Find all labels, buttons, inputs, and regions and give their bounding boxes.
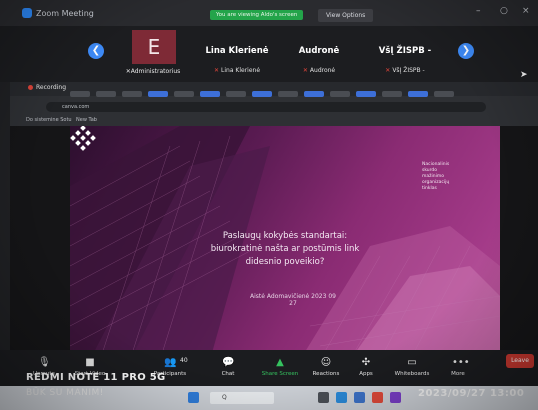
start-menu-icon[interactable] <box>188 392 199 403</box>
close-icon[interactable]: × <box>522 6 530 16</box>
browser-tab[interactable] <box>408 91 428 97</box>
minimize-icon[interactable]: – <box>476 6 481 16</box>
prev-participants-button[interactable]: ❮ <box>88 43 104 59</box>
cursor-icon: ➤ <box>520 70 528 80</box>
address-url: canva.com <box>62 104 90 110</box>
mic-icon: 🎙 <box>38 357 51 368</box>
participant-sub: ✕ Audronė <box>302 67 336 74</box>
video-icon: ■ <box>85 357 95 368</box>
browser-tab[interactable] <box>252 91 272 97</box>
browser-tab[interactable] <box>148 91 168 97</box>
participant-tile[interactable]: Lina Klerienė ✕ Lina Klerienė <box>196 30 278 78</box>
participants-icon: 👥 <box>164 357 177 368</box>
participant-name: VšĮ ŽISPB - <box>378 46 432 56</box>
file-explorer-icon[interactable] <box>318 392 329 403</box>
next-participants-button[interactable]: ❯ <box>458 43 474 59</box>
organization-logo-icon <box>70 126 96 151</box>
more-button[interactable]: ••• More <box>432 357 484 378</box>
browser-tab[interactable] <box>226 91 246 97</box>
browser-tab[interactable] <box>70 91 90 97</box>
window-title: Zoom Meeting <box>36 8 94 18</box>
apps-icon: ✣ <box>361 357 371 368</box>
zoom-app-title: Zoom Meeting <box>22 8 94 18</box>
browser-tab[interactable] <box>330 91 350 97</box>
apps-button[interactable]: ✣ Apps <box>340 357 392 378</box>
screen-photo: Zoom Meeting You are viewing Aldo's scre… <box>0 0 538 410</box>
share-screen-button[interactable]: ▲ Share Screen <box>254 357 306 378</box>
photo-timestamp: 2023/09/27 13:00 <box>418 388 525 399</box>
slide-author: Aistė Adomavičienė 2023 09 27 <box>250 293 336 307</box>
muted-mic-icon: ✕ <box>302 67 308 74</box>
browser-tab[interactable] <box>434 91 454 97</box>
browser-tab[interactable] <box>304 91 324 97</box>
reactions-icon: ☺ <box>320 357 332 368</box>
taskbar-search[interactable]: Q <box>210 392 274 404</box>
leave-button[interactable]: Leave <box>506 354 534 368</box>
share-margin-left <box>10 126 70 360</box>
muted-mic-icon: ✕ <box>385 67 391 74</box>
browser-tab[interactable] <box>200 91 220 97</box>
recording-indicator[interactable]: Recording <box>28 84 66 91</box>
browser-tab[interactable] <box>356 91 376 97</box>
maximize-icon[interactable]: ○ <box>500 6 508 16</box>
more-icon: ••• <box>452 357 470 368</box>
browser-tab[interactable] <box>96 91 116 97</box>
participant-tile[interactable]: Audronė ✕ Audronė <box>278 30 360 78</box>
organization-name: Nacionalinis skurdo mažinimo organizacij… <box>422 162 450 191</box>
zoom-taskbar-icon[interactable] <box>354 392 365 403</box>
whiteboard-icon: ▭ <box>407 357 417 368</box>
device-watermark: REDMI NOTE 11 PRO 5G <box>26 372 166 383</box>
owner-watermark: BŪK SU MANIM! <box>26 388 104 398</box>
bookmarks-bar: Do sistemine Sotu New Tab <box>10 114 538 126</box>
participant-sub: ✕ VšĮ ŽISPB - <box>385 67 425 74</box>
whiteboards-button[interactable]: ▭ Whiteboards <box>386 357 438 378</box>
browser-tab[interactable] <box>174 91 194 97</box>
share-margin-right <box>500 126 538 360</box>
app-taskbar-icon[interactable] <box>390 392 401 403</box>
viewing-screen-banner: You are viewing Aldo's screen <box>210 10 304 20</box>
participants-count: 40 <box>180 357 188 364</box>
participant-name: Audronė <box>298 46 340 56</box>
shared-slide: Nacionalinis skurdo mažinimo organizacij… <box>70 126 500 360</box>
opera-icon[interactable] <box>372 392 383 403</box>
bookmark-item[interactable]: Do sistemine Sotu <box>26 117 72 123</box>
bookmark-item[interactable]: New Tab <box>76 117 97 123</box>
chat-icon: 💬 <box>222 357 235 368</box>
participant-tile[interactable]: VšĮ ŽISPB - ✕ VšĮ ŽISPB - <box>364 30 446 78</box>
muted-mic-icon: ✕ <box>213 67 219 74</box>
browser-tab[interactable] <box>278 91 298 97</box>
recording-dot-icon <box>28 85 33 90</box>
browser-tab[interactable] <box>382 91 402 97</box>
participant-avatar: E <box>132 30 176 64</box>
share-screen-icon: ▲ <box>276 357 284 368</box>
edge-browser-icon[interactable] <box>336 392 347 403</box>
participant-sub: ✕ Lina Klerienė <box>213 67 261 74</box>
participant-admin-label: ✕Administratorius <box>125 68 181 75</box>
address-bar[interactable]: canva.com <box>46 102 486 112</box>
view-options-button[interactable]: View Options <box>318 9 374 22</box>
zoom-logo-icon <box>22 8 32 18</box>
browser-tab[interactable] <box>122 91 142 97</box>
slide-title: Paslaugų kokybės standartai: biurokratin… <box>210 231 360 267</box>
chat-button[interactable]: 💬 Chat <box>202 357 254 378</box>
participant-name: Lina Klerienė <box>205 46 269 56</box>
